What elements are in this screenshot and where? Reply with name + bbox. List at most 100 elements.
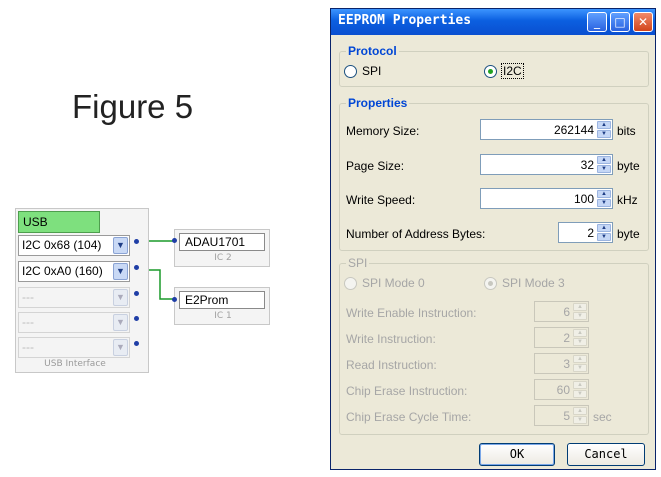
output-pin[interactable] bbox=[134, 265, 139, 270]
write-speed-unit: kHz bbox=[617, 193, 638, 207]
write-enable-label: Write Enable Instruction: bbox=[346, 306, 477, 320]
i2c-radio[interactable] bbox=[484, 65, 497, 78]
spinner[interactable]: ▲ ▼ bbox=[597, 156, 611, 173]
title-bar[interactable]: EEPROM Properties _ □ ✕ bbox=[331, 9, 655, 35]
chevron-up-icon[interactable]: ▲ bbox=[597, 121, 611, 129]
chevron-up-icon[interactable]: ▲ bbox=[597, 190, 611, 198]
chip-erase-input[interactable]: 60 ▲ ▼ bbox=[534, 379, 589, 400]
spinner[interactable]: ▲ ▼ bbox=[597, 121, 611, 138]
usb-channel-dropdown-4[interactable]: --- ▼ bbox=[18, 312, 130, 333]
chevron-up-icon[interactable]: ▲ bbox=[597, 224, 611, 232]
page-size-input[interactable]: 32 ▲ ▼ bbox=[480, 154, 613, 175]
ic-name: E2Prom bbox=[179, 291, 265, 309]
chevron-down-icon[interactable]: ▼ bbox=[573, 338, 587, 346]
chevron-down-icon[interactable]: ▼ bbox=[113, 289, 128, 306]
chevron-up-icon[interactable]: ▲ bbox=[573, 381, 587, 389]
spinner[interactable]: ▲ ▼ bbox=[597, 190, 611, 207]
spi-mode3-radio[interactable] bbox=[484, 277, 497, 290]
output-pin[interactable] bbox=[134, 316, 139, 321]
address-bytes-label: Number of Address Bytes: bbox=[346, 227, 486, 241]
usb-channel-label-2: I2C 0xA0 (160) bbox=[22, 264, 103, 278]
output-pin[interactable] bbox=[134, 291, 139, 296]
page-size-unit: byte bbox=[617, 159, 640, 173]
chevron-down-icon[interactable]: ▼ bbox=[113, 263, 128, 280]
chevron-up-icon[interactable]: ▲ bbox=[597, 156, 611, 164]
maximize-icon[interactable]: □ bbox=[610, 12, 630, 32]
chevron-down-icon[interactable]: ▼ bbox=[113, 339, 128, 356]
usb-channel-dropdown-2[interactable]: I2C 0xA0 (160) ▼ bbox=[18, 261, 130, 282]
write-instruction-input[interactable]: 2 ▲ ▼ bbox=[534, 327, 589, 348]
chevron-down-icon[interactable]: ▼ bbox=[573, 416, 587, 424]
spinner[interactable]: ▲ ▼ bbox=[573, 329, 587, 346]
ic-block-adau1701[interactable]: ADAU1701 IC 2 bbox=[174, 229, 270, 267]
read-instruction-value: 3 bbox=[563, 357, 570, 371]
cancel-button[interactable]: Cancel bbox=[567, 443, 645, 466]
write-speed-value: 100 bbox=[573, 192, 594, 206]
address-bytes-unit: byte bbox=[617, 227, 640, 241]
chevron-down-icon[interactable]: ▼ bbox=[113, 314, 128, 331]
ic-sub-label: IC 2 bbox=[214, 253, 232, 263]
chevron-down-icon[interactable]: ▼ bbox=[573, 312, 587, 320]
chip-erase-cycle-value: 5 bbox=[563, 409, 570, 423]
spi-group: SPI SPI Mode 0 SPI Mode 3 Write Enable I… bbox=[339, 256, 649, 435]
spi-radio[interactable] bbox=[344, 65, 357, 78]
chevron-down-icon[interactable]: ▼ bbox=[113, 237, 128, 254]
eeprom-properties-dialog: EEPROM Properties _ □ ✕ Protocol SPI I2C… bbox=[330, 8, 656, 470]
dialog-title: EEPROM Properties bbox=[338, 13, 472, 28]
usb-header: USB bbox=[18, 211, 100, 233]
properties-group-label: Properties bbox=[346, 96, 410, 110]
chevron-down-icon[interactable]: ▼ bbox=[573, 390, 587, 398]
output-pin[interactable] bbox=[134, 239, 139, 244]
chevron-down-icon[interactable]: ▼ bbox=[597, 233, 611, 241]
usb-channel-dropdown-5[interactable]: --- ▼ bbox=[18, 337, 130, 358]
usb-channel-label-4: --- bbox=[22, 315, 34, 329]
spinner[interactable]: ▲ ▼ bbox=[597, 224, 611, 241]
spi-mode3-label: SPI Mode 3 bbox=[502, 276, 565, 290]
chip-erase-value: 60 bbox=[556, 383, 570, 397]
spi-radio-label: SPI bbox=[362, 64, 382, 78]
properties-group: Properties Memory Size: 262144 ▲ ▼ bits P… bbox=[339, 96, 649, 251]
chevron-down-icon[interactable]: ▼ bbox=[597, 165, 611, 173]
chip-erase-label: Chip Erase Instruction: bbox=[346, 384, 468, 398]
spinner[interactable]: ▲ ▼ bbox=[573, 303, 587, 320]
chip-erase-cycle-unit: sec bbox=[593, 410, 612, 424]
i2c-radio-label: I2C bbox=[501, 63, 524, 79]
chevron-up-icon[interactable]: ▲ bbox=[573, 355, 587, 363]
memory-size-input[interactable]: 262144 ▲ ▼ bbox=[480, 119, 613, 140]
write-speed-input[interactable]: 100 ▲ ▼ bbox=[480, 188, 613, 209]
spi-mode0-radio[interactable] bbox=[344, 277, 357, 290]
ok-button[interactable]: OK bbox=[479, 443, 555, 466]
write-instruction-label: Write Instruction: bbox=[346, 332, 436, 346]
read-instruction-label: Read Instruction: bbox=[346, 358, 437, 372]
chip-erase-cycle-label: Chip Erase Cycle Time: bbox=[346, 410, 472, 424]
page-size-label: Page Size: bbox=[346, 159, 405, 173]
usb-footer-label: USB Interface bbox=[44, 359, 106, 369]
read-instruction-input[interactable]: 3 ▲ ▼ bbox=[534, 353, 589, 374]
address-bytes-input[interactable]: 2 ▲ ▼ bbox=[558, 222, 613, 243]
memory-size-unit: bits bbox=[617, 124, 636, 138]
usb-channel-dropdown-3[interactable]: --- ▼ bbox=[18, 287, 130, 308]
output-pin[interactable] bbox=[134, 341, 139, 346]
usb-channel-dropdown-1[interactable]: I2C 0x68 (104) ▼ bbox=[18, 235, 130, 256]
memory-size-label: Memory Size: bbox=[346, 124, 420, 138]
spinner[interactable]: ▲ ▼ bbox=[573, 355, 587, 372]
usb-interface-block[interactable]: USB I2C 0x68 (104) ▼ I2C 0xA0 (160) ▼ --… bbox=[15, 208, 149, 373]
input-pin[interactable] bbox=[172, 238, 177, 243]
usb-channel-label-1: I2C 0x68 (104) bbox=[22, 238, 102, 252]
chevron-down-icon[interactable]: ▼ bbox=[597, 130, 611, 138]
spinner[interactable]: ▲ ▼ bbox=[573, 381, 587, 398]
close-icon[interactable]: ✕ bbox=[633, 12, 653, 32]
write-enable-input[interactable]: 6 ▲ ▼ bbox=[534, 301, 589, 322]
ic-block-e2prom[interactable]: E2Prom IC 1 bbox=[174, 287, 270, 325]
chevron-down-icon[interactable]: ▼ bbox=[573, 364, 587, 372]
chevron-down-icon[interactable]: ▼ bbox=[597, 199, 611, 207]
address-bytes-value: 2 bbox=[587, 226, 594, 240]
chevron-up-icon[interactable]: ▲ bbox=[573, 329, 587, 337]
chevron-up-icon[interactable]: ▲ bbox=[573, 303, 587, 311]
spinner[interactable]: ▲ ▼ bbox=[573, 407, 587, 424]
write-instruction-value: 2 bbox=[563, 331, 570, 345]
chevron-up-icon[interactable]: ▲ bbox=[573, 407, 587, 415]
input-pin[interactable] bbox=[172, 297, 177, 302]
chip-erase-cycle-input[interactable]: 5 ▲ ▼ bbox=[534, 405, 589, 426]
minimize-icon[interactable]: _ bbox=[587, 12, 607, 32]
